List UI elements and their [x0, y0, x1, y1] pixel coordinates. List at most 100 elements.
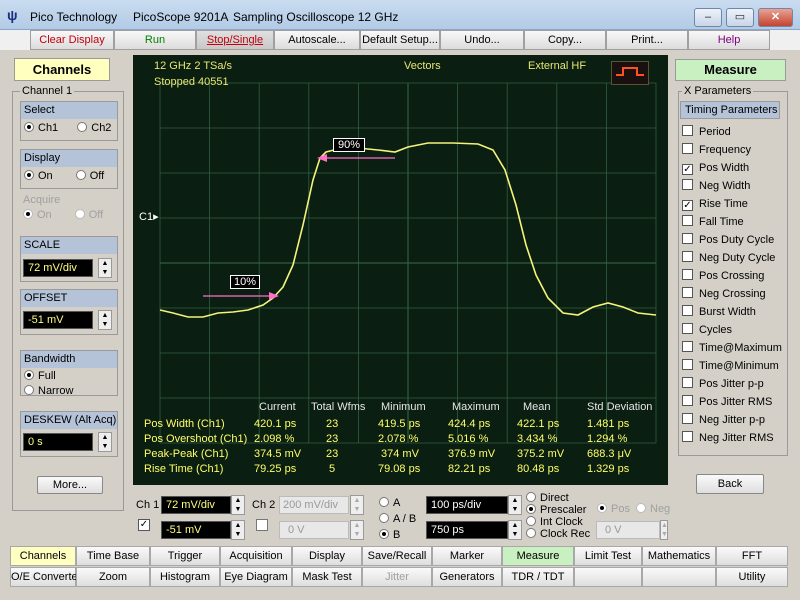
tab-channels[interactable]: Channels [10, 546, 76, 566]
tab-display[interactable]: Display [292, 546, 362, 566]
timebase-a-radio[interactable]: A [379, 496, 400, 511]
tab-trigger[interactable]: Trigger [150, 546, 220, 566]
scale-input[interactable]: 72 mV/div [23, 259, 93, 277]
tab-eye-diagram[interactable]: Eye Diagram [220, 567, 292, 587]
radio-icon [77, 122, 88, 132]
checkbox-icon[interactable] [682, 269, 693, 280]
minimize-button[interactable]: – [694, 8, 722, 27]
checkbox-icon[interactable] [682, 395, 693, 406]
tab-measure[interactable]: Measure [502, 546, 574, 566]
display-off-radio[interactable]: Off [75, 170, 104, 182]
param-pos-crossing[interactable]: Pos Crossing [682, 267, 786, 285]
param-neg-crossing[interactable]: Neg Crossing [682, 285, 786, 303]
checkbox-icon[interactable] [682, 359, 693, 370]
param-neg-jitter-rms[interactable]: Neg Jitter RMS [682, 429, 786, 447]
checkbox-icon[interactable] [682, 377, 693, 388]
timebase-b-radio[interactable]: B [379, 528, 400, 543]
print-button[interactable]: Print... [606, 30, 688, 50]
tab-fft[interactable]: FFT [716, 546, 788, 566]
param-time-maximum[interactable]: Time@Maximum [682, 339, 786, 357]
checkbox-icon[interactable] [682, 179, 693, 190]
run-button[interactable]: Run [114, 30, 196, 50]
channel-1-marker[interactable]: C1▸ [139, 211, 159, 223]
param-burst-width[interactable]: Burst Width [682, 303, 786, 321]
timebase-div-spinner[interactable]: ▲ ▼ [508, 495, 522, 515]
tab-mask-test[interactable]: Mask Test [292, 567, 362, 587]
tab-zoom[interactable]: Zoom [76, 567, 150, 587]
default-setup-button[interactable]: Default Setup... [360, 30, 440, 50]
back-button[interactable]: Back [696, 474, 764, 494]
bandwidth-full-radio[interactable]: Full [21, 369, 117, 384]
tab-save-recall[interactable]: Save/Recall [362, 546, 432, 566]
clear-display-button[interactable]: Clear Display [30, 30, 114, 50]
scale-spinner[interactable]: ▲ ▼ [98, 258, 112, 278]
param-neg-jitter-p-p[interactable]: Neg Jitter p-p [682, 411, 786, 429]
param-period[interactable]: Period [682, 123, 786, 141]
display-on-radio[interactable]: On [24, 170, 53, 182]
tab-time-base[interactable]: Time Base [76, 546, 150, 566]
tab-marker[interactable]: Marker [432, 546, 502, 566]
param-pos-width[interactable]: ✓ Pos Width [682, 159, 786, 177]
checkbox-icon[interactable] [682, 305, 693, 316]
checkbox-icon[interactable] [682, 341, 693, 352]
undo-button[interactable]: Undo... [440, 30, 524, 50]
tab-acquisition[interactable]: Acquisition [220, 546, 292, 566]
checkbox-icon[interactable] [682, 143, 693, 154]
checkbox-checked-icon[interactable]: ✓ [682, 200, 693, 211]
checkbox-icon[interactable] [682, 251, 693, 262]
checkbox-icon[interactable] [682, 413, 693, 424]
ch1-offset-spinner[interactable]: ▲ ▼ [231, 520, 245, 540]
offset-input[interactable]: -51 mV [23, 311, 93, 329]
ch1-offset-input[interactable]: -51 mV [161, 521, 231, 539]
tab-utility[interactable]: Utility [716, 567, 788, 587]
select-ch2-radio[interactable]: Ch2 [77, 122, 111, 134]
param-cycles[interactable]: Cycles [682, 321, 786, 339]
bandwidth-narrow-radio[interactable]: Narrow [21, 384, 117, 399]
more-button[interactable]: More... [37, 476, 103, 494]
tab-limit-test[interactable]: Limit Test [574, 546, 642, 566]
param-frequency[interactable]: Frequency [682, 141, 786, 159]
tab-mathematics[interactable]: Mathematics [642, 546, 716, 566]
param-neg-duty-cycle[interactable]: Neg Duty Cycle [682, 249, 786, 267]
tab-histogram[interactable]: Histogram [150, 567, 220, 587]
checkbox-icon[interactable] [682, 323, 693, 334]
checkbox-checked-icon[interactable]: ✓ [682, 164, 693, 175]
deskew-input[interactable]: 0 s [23, 433, 93, 451]
tab-o-e-converter[interactable]: O/E Converter [10, 567, 81, 587]
stop-single-button[interactable]: Stop/Single [196, 30, 274, 50]
tab-generators[interactable]: Generators [432, 567, 502, 587]
trigger-clock-rec-radio[interactable]: Clock Rec [526, 528, 590, 543]
tab-tdr-tdt[interactable]: TDR / TDT [502, 567, 574, 587]
param-time-minimum[interactable]: Time@Minimum [682, 357, 786, 375]
param-pos-duty-cycle[interactable]: Pos Duty Cycle [682, 231, 786, 249]
timebase-position-input[interactable]: 750 ps [426, 521, 508, 539]
autoscale-button[interactable]: Autoscale... [274, 30, 360, 50]
checkbox-icon[interactable] [682, 125, 693, 136]
ch1-scale-input[interactable]: 72 mV/div [161, 496, 231, 514]
timing-parameters-tab[interactable]: Timing Parameters [680, 101, 780, 119]
checkbox-icon[interactable] [682, 287, 693, 298]
close-button[interactable]: ✕ [758, 8, 793, 27]
timebase-ab-radio[interactable]: A / B [379, 512, 416, 527]
deskew-spinner[interactable]: ▲ ▼ [98, 432, 112, 452]
tab-jitter[interactable]: Jitter [362, 567, 432, 587]
timebase-div-input[interactable]: 100 ps/div [426, 496, 508, 514]
offset-spinner[interactable]: ▲ ▼ [98, 310, 112, 330]
checkbox-icon[interactable] [682, 215, 693, 226]
ch2-enable-checkbox[interactable] [256, 519, 268, 531]
copy-button[interactable]: Copy... [524, 30, 606, 50]
checkbox-icon[interactable] [682, 233, 693, 244]
ch1-scale-spinner[interactable]: ▲ ▼ [231, 495, 245, 515]
param-fall-time[interactable]: Fall Time [682, 213, 786, 231]
maximize-button[interactable]: ▭ [726, 8, 754, 27]
param-rise-time[interactable]: ✓ Rise Time [682, 195, 786, 213]
param-neg-width[interactable]: Neg Width [682, 177, 786, 195]
timebase-position-spinner[interactable]: ▲ ▼ [508, 520, 522, 540]
checkbox-icon[interactable] [682, 431, 693, 442]
help-button[interactable]: Help [688, 30, 770, 50]
ch1-enable-checkbox[interactable]: ✓ [138, 519, 150, 531]
select-ch1-radio[interactable]: Ch1 [24, 122, 58, 134]
param-pos-jitter-rms[interactable]: Pos Jitter RMS [682, 393, 786, 411]
param-pos-jitter-p-p[interactable]: Pos Jitter p-p [682, 375, 786, 393]
meas-row-min: 79.08 ps [378, 463, 421, 475]
